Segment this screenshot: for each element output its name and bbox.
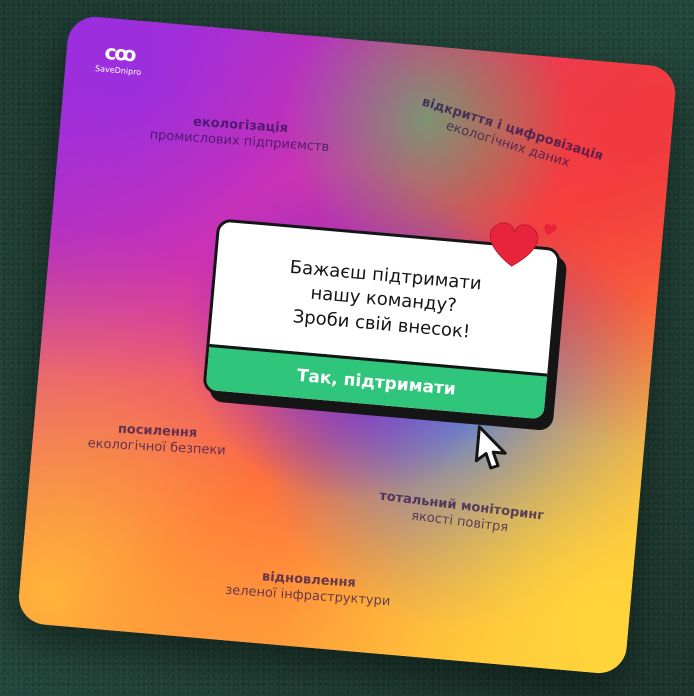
logo: cꝏ SaveDnipro (95, 39, 144, 77)
topic-safety: посилення екологічної безпеки (87, 420, 227, 458)
topic-open-data: відкриття і цифровізація екологічних дан… (415, 95, 605, 180)
topic-air-monitoring: тотальний моніторинг якості повітря (376, 489, 544, 540)
logo-icon: cꝏ (103, 39, 136, 67)
promo-card: cꝏ SaveDnipro екологізація промислових п… (16, 14, 678, 676)
heart-icon (481, 214, 562, 280)
cursor-icon (471, 422, 515, 477)
topic-green-infra: відновлення зеленої інфраструктури (225, 567, 392, 610)
support-dialog: Бажаєш підтримати нашу команду? Зроби св… (202, 218, 562, 470)
topic-industrial: екологізація промислових підприємств (149, 112, 331, 156)
